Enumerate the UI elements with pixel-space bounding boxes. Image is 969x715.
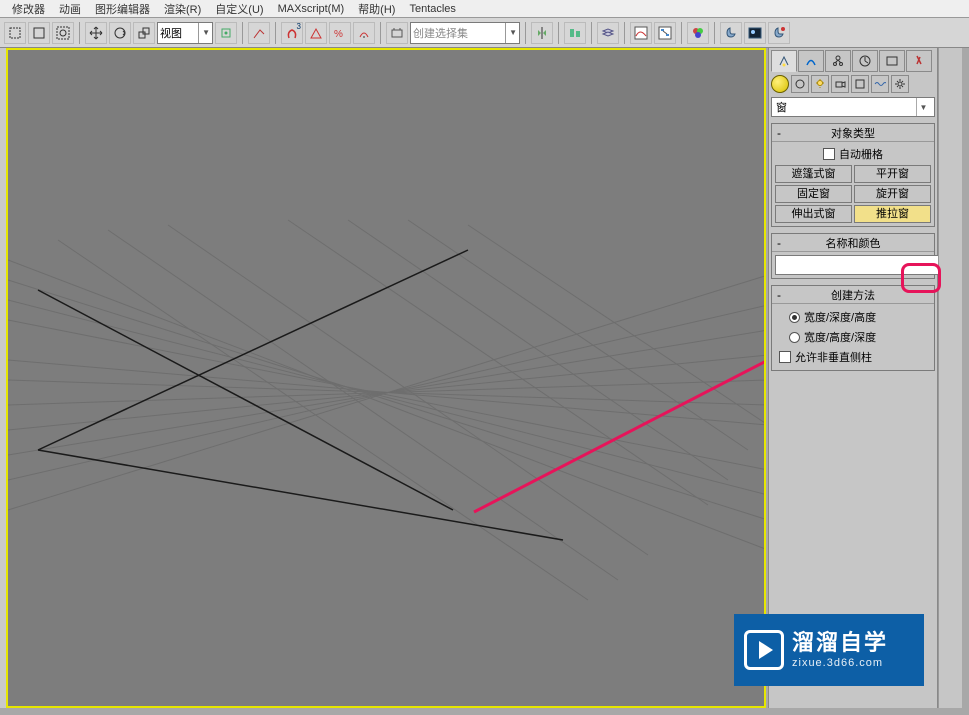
autogrid-checkbox[interactable] — [823, 148, 835, 160]
rollout-toggle-icon: - — [772, 289, 786, 301]
rollout-creation-method: - 创建方法 宽度/深度/高度 宽度/高度/深度 允许非垂直侧柱 — [771, 285, 935, 371]
rollout-object-type: - 对象类型 自动栅格 遮篷式窗 平开窗 固定窗 旋开窗 伸出式窗 — [771, 123, 935, 227]
objtype-btn-awning[interactable]: 遮篷式窗 — [775, 165, 852, 183]
align-icon[interactable] — [564, 22, 586, 44]
rollout-toggle-icon: - — [772, 237, 786, 249]
mirror-icon[interactable] — [531, 22, 553, 44]
hierarchy-panel-tab[interactable] — [825, 50, 851, 72]
reference-coord-value: 视图 — [160, 25, 182, 41]
svg-text:%: % — [334, 29, 343, 40]
geometry-category-icon[interactable] — [771, 75, 789, 93]
menu-item[interactable]: 动画 — [59, 1, 81, 17]
rollout-title: 创建方法 — [772, 287, 934, 303]
select-manipulate-icon[interactable] — [248, 22, 270, 44]
move-icon[interactable] — [85, 22, 107, 44]
spinner-snap-icon[interactable] — [353, 22, 375, 44]
annotation-arrow — [474, 280, 766, 512]
rollout-title: 名称和颜色 — [772, 235, 934, 251]
create-radio-whd[interactable] — [789, 332, 800, 343]
autogrid-label: 自动栅格 — [839, 146, 883, 162]
use-pivot-icon[interactable] — [215, 22, 237, 44]
objtype-btn-sliding[interactable]: 推拉窗 — [854, 205, 931, 223]
display-panel-tab[interactable] — [879, 50, 905, 72]
select-region-icon[interactable] — [4, 22, 26, 44]
viewport-grid — [8, 50, 766, 708]
select-rect-icon[interactable] — [28, 22, 50, 44]
allow-nonvert-label: 允许非垂直侧柱 — [795, 349, 872, 365]
reference-coord-dropdown[interactable]: 视图 ▼ — [157, 22, 213, 44]
render-setup-icon[interactable] — [720, 22, 742, 44]
menu-item[interactable]: 修改器 — [12, 1, 45, 17]
systems-category-icon[interactable] — [891, 75, 909, 93]
named-selection-value: 创建选择集 — [413, 25, 468, 41]
create-radio-whd-label: 宽度/高度/深度 — [804, 329, 876, 345]
rollout-name-color: - 名称和颜色 — [771, 233, 935, 279]
objtype-btn-projected[interactable]: 伸出式窗 — [775, 205, 852, 223]
command-panel: 窗 ▼ - 对象类型 自动栅格 遮篷式窗 平开窗 固定窗 旋开窗 — [768, 48, 938, 708]
chevron-down-icon: ▼ — [916, 98, 930, 116]
menu-item[interactable]: MAXscript(M) — [278, 3, 345, 15]
render-icon[interactable] — [768, 22, 790, 44]
rotate-icon[interactable] — [109, 22, 131, 44]
rollout-header[interactable]: - 对象类型 — [772, 124, 934, 142]
create-radio-wdh[interactable] — [789, 312, 800, 323]
objtype-btn-pivoted[interactable]: 旋开窗 — [854, 185, 931, 203]
menu-item[interactable]: 帮助(H) — [358, 1, 395, 17]
curve-editor-icon[interactable] — [630, 22, 652, 44]
objtype-btn-fixed[interactable]: 固定窗 — [775, 185, 852, 203]
motion-panel-tab[interactable] — [852, 50, 878, 72]
named-selection-dropdown[interactable]: 创建选择集 ▼ — [410, 22, 520, 44]
watermark-url: zixue.3d66.com — [792, 657, 888, 670]
rollout-header[interactable]: - 名称和颜色 — [772, 234, 934, 252]
subcategory-value: 窗 — [776, 99, 787, 115]
menu-item[interactable]: 渲染(R) — [164, 1, 201, 17]
shapes-category-icon[interactable] — [791, 75, 809, 93]
rendered-frame-icon[interactable] — [744, 22, 766, 44]
watermark-title: 溜溜自学 — [792, 630, 888, 656]
allow-nonvert-checkbox[interactable] — [779, 351, 791, 363]
schematic-view-icon[interactable] — [654, 22, 676, 44]
command-panel-tabs — [771, 50, 935, 72]
objtype-btn-casement[interactable]: 平开窗 — [854, 165, 931, 183]
utilities-panel-tab[interactable] — [906, 50, 932, 72]
main-toolbar: 视图 ▼ 3 % 创建选择集 ▼ — [0, 18, 969, 48]
material-editor-icon[interactable] — [687, 22, 709, 44]
edit-named-sel-icon[interactable] — [386, 22, 408, 44]
menu-item[interactable]: Tentacles — [409, 3, 455, 15]
select-paint-icon[interactable] — [52, 22, 74, 44]
rollout-toggle-icon: - — [772, 127, 786, 139]
cameras-category-icon[interactable] — [831, 75, 849, 93]
menubar: 修改器 动画 图形编辑器 渲染(R) 自定义(U) MAXscript(M) 帮… — [0, 0, 969, 18]
watermark: 溜溜自学 zixue.3d66.com — [734, 614, 924, 686]
rollout-header[interactable]: - 创建方法 — [772, 286, 934, 304]
spacewarps-category-icon[interactable] — [871, 75, 889, 93]
play-icon — [744, 630, 784, 670]
snap-toggle-icon[interactable]: 3 — [281, 22, 303, 44]
create-radio-wdh-label: 宽度/深度/高度 — [804, 309, 876, 325]
modify-panel-tab[interactable] — [798, 50, 824, 72]
lights-category-icon[interactable] — [811, 75, 829, 93]
helpers-category-icon[interactable] — [851, 75, 869, 93]
layers-icon[interactable] — [597, 22, 619, 44]
create-category-row — [771, 75, 935, 93]
subcategory-dropdown[interactable]: 窗 ▼ — [771, 97, 935, 117]
chevron-down-icon: ▼ — [198, 23, 210, 43]
create-panel-tab[interactable] — [771, 50, 797, 72]
panel-right-edge — [938, 48, 962, 708]
perspective-viewport[interactable] — [6, 48, 766, 708]
percent-snap-icon[interactable]: % — [329, 22, 351, 44]
rollout-title: 对象类型 — [772, 125, 934, 141]
scale-icon[interactable] — [133, 22, 155, 44]
angle-snap-icon[interactable] — [305, 22, 327, 44]
menu-item[interactable]: 自定义(U) — [215, 1, 263, 17]
object-name-input[interactable] — [775, 255, 954, 275]
chevron-down-icon: ▼ — [505, 23, 517, 43]
menu-item[interactable]: 图形编辑器 — [95, 1, 150, 17]
